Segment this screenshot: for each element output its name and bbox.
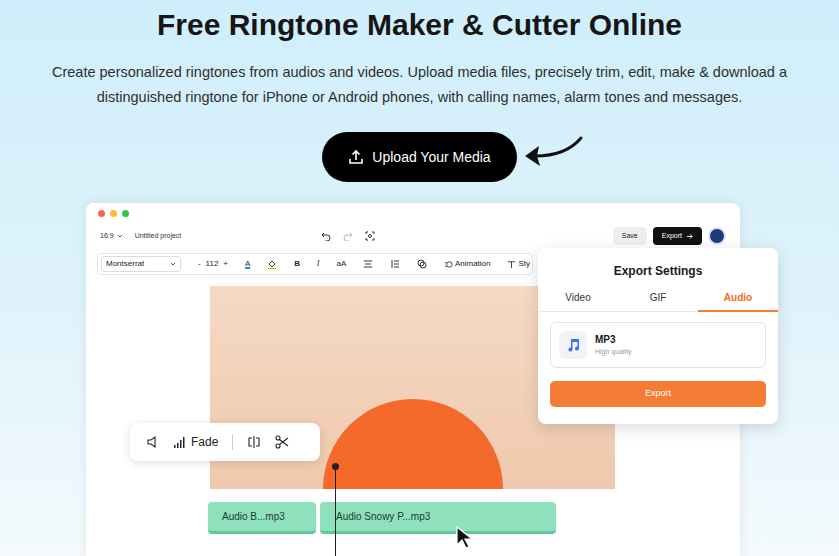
split-icon[interactable] <box>247 435 261 449</box>
italic-button[interactable]: I <box>317 258 320 270</box>
audio-toolbar: Fade <box>130 423 320 461</box>
animation-label: Animation <box>455 258 491 270</box>
scissors-icon[interactable] <box>275 435 289 449</box>
format-name: MP3 <box>595 332 632 347</box>
preview-figure <box>323 399 503 489</box>
panel-export-button[interactable]: Export <box>550 381 766 407</box>
format-tabs: Video GIF Audio <box>538 290 778 312</box>
minimize-dot[interactable] <box>110 210 117 217</box>
history-controls <box>321 231 375 241</box>
chevron-down-icon <box>117 233 123 239</box>
upload-label: Upload Your Media <box>372 147 490 168</box>
format-tab[interactable]: GIF <box>618 290 698 312</box>
upload-area: Upload Your Media <box>322 132 517 182</box>
mouse-cursor-icon <box>455 526 475 550</box>
export-button[interactable]: Export <box>653 227 702 245</box>
volume-icon[interactable] <box>146 435 160 449</box>
bold-button[interactable]: B <box>294 258 300 270</box>
hero: Free Ringtone Maker & Cutter Online Crea… <box>0 0 839 182</box>
format-card[interactable]: MP3 High quality <box>550 322 766 368</box>
format-quality: High quality <box>595 347 632 358</box>
increase-size[interactable]: + <box>223 258 228 270</box>
editor-window: 16:9 Untitled project Save Export Montse… <box>86 203 740 556</box>
effects-icon[interactable] <box>417 259 427 269</box>
chevron-down-icon <box>170 261 176 267</box>
window-controls <box>86 203 740 219</box>
aspect-select[interactable]: 16:9 <box>100 231 123 242</box>
case-button[interactable]: aA <box>336 258 346 270</box>
fade-label: Fade <box>191 433 218 451</box>
font-size-control: - 112 + <box>198 258 228 270</box>
divider <box>232 434 233 450</box>
decrease-size[interactable]: - <box>198 258 201 270</box>
text-color-button[interactable]: A <box>245 258 250 270</box>
fit-screen-icon[interactable] <box>365 231 375 241</box>
avatar-icon[interactable] <box>708 227 726 245</box>
top-actions: Save Export <box>613 227 726 245</box>
redo-icon[interactable] <box>343 231 353 241</box>
playhead-knob[interactable] <box>332 463 339 470</box>
audio-clip[interactable]: Audio B...mp3 <box>208 502 316 534</box>
project-name[interactable]: Untitled project <box>135 231 182 242</box>
fade-button[interactable]: Fade <box>174 433 218 451</box>
save-button[interactable]: Save <box>613 227 647 245</box>
format-info: MP3 High quality <box>595 332 632 358</box>
arrow-right-icon <box>686 233 693 240</box>
export-settings-panel: Export Settings Video GIF Audio MP3 High… <box>538 248 778 424</box>
animation-button[interactable]: Animation <box>444 258 491 270</box>
text-toolbar: Montserrat - 112 + A B I aA Animation St… <box>97 253 533 275</box>
music-note-icon <box>559 331 587 359</box>
format-tab[interactable]: Video <box>538 290 618 312</box>
font-select[interactable]: Montserrat <box>101 256 181 272</box>
fill-bucket-icon[interactable] <box>267 259 277 269</box>
animation-icon <box>444 260 453 269</box>
audio-clip[interactable]: Audio Snowy P...mp3 <box>320 502 556 534</box>
fade-bars-icon <box>174 436 186 448</box>
font-name: Montserrat <box>106 258 144 270</box>
playhead[interactable] <box>335 465 336 556</box>
clip-label: Audio Snowy P...mp3 <box>336 509 430 524</box>
style-icon <box>507 260 516 269</box>
font-size[interactable]: 112 <box>206 258 219 270</box>
line-spacing-icon[interactable] <box>390 259 400 269</box>
format-tab[interactable]: Audio <box>698 290 778 312</box>
aspect-ratio: 16:9 <box>100 231 114 242</box>
panel-title: Export Settings <box>538 248 778 280</box>
clip-label: Audio B...mp3 <box>222 509 285 524</box>
undo-icon[interactable] <box>321 231 331 241</box>
upload-icon <box>348 149 364 165</box>
pointer-arrow-icon <box>523 134 585 176</box>
page-subtitle: Create personalized ringtones from audio… <box>20 60 820 110</box>
align-icon[interactable] <box>363 259 373 269</box>
export-label: Export <box>662 231 682 242</box>
style-button[interactable]: Sty <box>507 258 530 270</box>
page-title: Free Ringtone Maker & Cutter Online <box>157 0 682 43</box>
timeline: Audio B...mp3 Audio Snowy P...mp3 <box>86 502 740 534</box>
style-label: Sty <box>518 258 530 270</box>
upload-button[interactable]: Upload Your Media <box>322 132 517 182</box>
maximize-dot[interactable] <box>122 210 129 217</box>
close-dot[interactable] <box>98 210 105 217</box>
top-bar: 16:9 Untitled project Save Export <box>86 223 740 249</box>
